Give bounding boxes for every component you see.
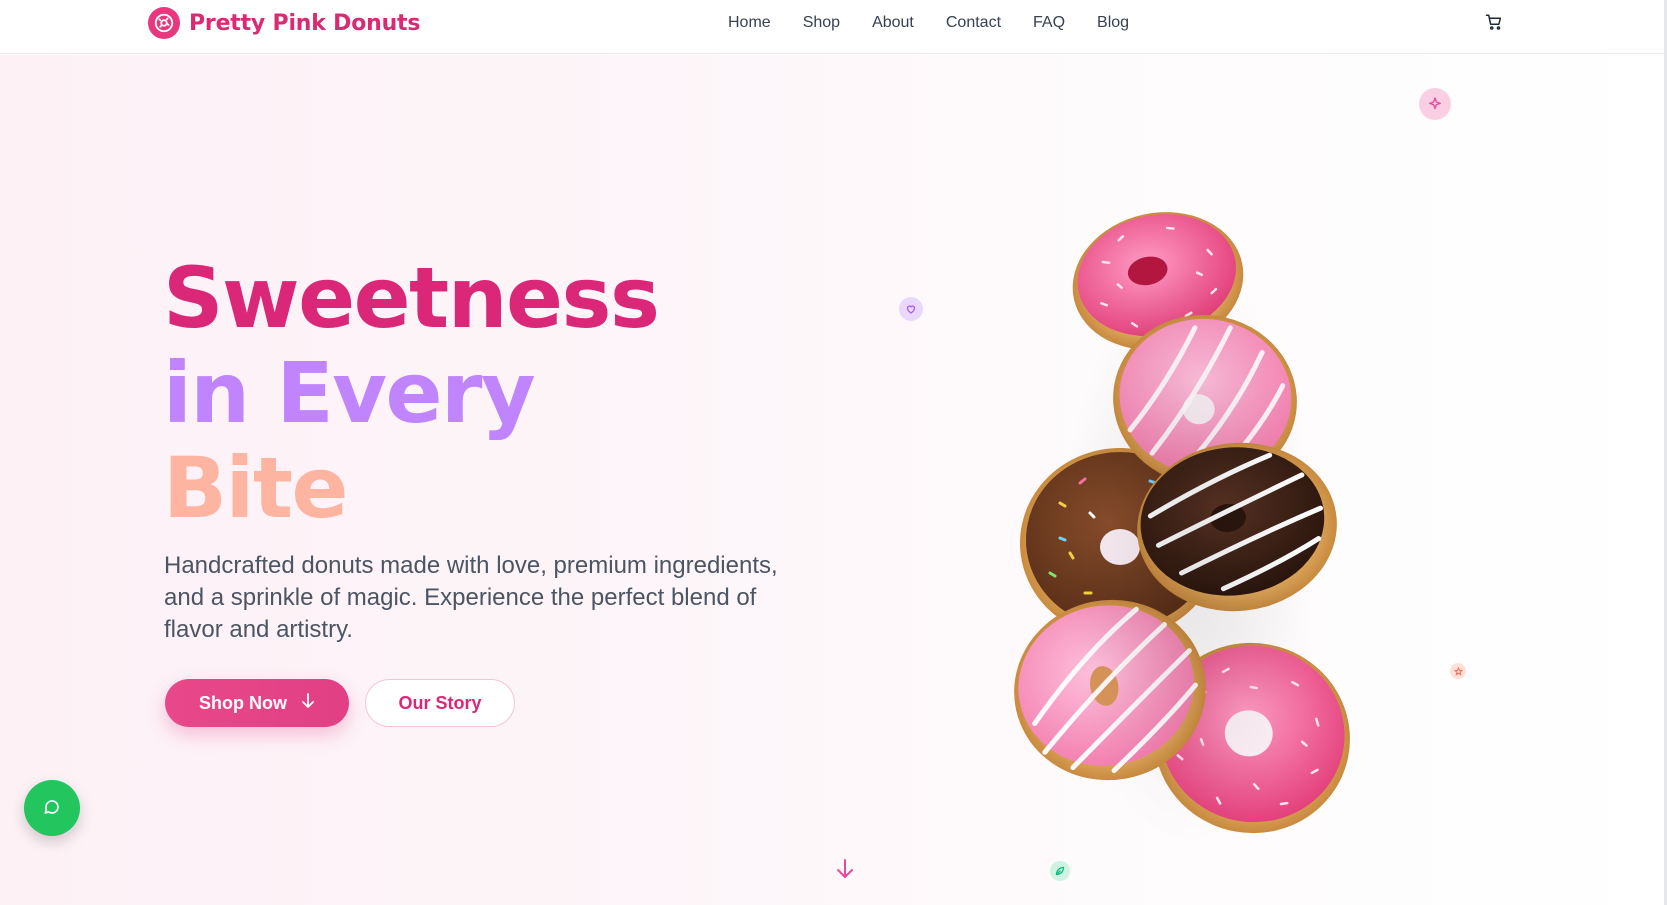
our-story-button[interactable]: Our Story (365, 679, 515, 727)
headline-line-1: Sweetness (163, 249, 660, 347)
chat-bubble-icon (43, 798, 61, 819)
shop-now-button[interactable]: Shop Now (165, 679, 349, 727)
arrow-down-icon (301, 692, 315, 714)
shop-now-label: Shop Now (199, 692, 287, 713)
donut-icon (148, 7, 180, 39)
hero-subtitle: Handcrafted donuts made with love, premi… (164, 552, 778, 643)
sparkle-icon (1419, 88, 1451, 120)
nav-shop[interactable]: Shop (787, 13, 856, 33)
main-nav: Home Shop About Contact FAQ Blog (712, 13, 1145, 33)
cart-icon[interactable] (1485, 13, 1507, 35)
top-navbar: Pretty Pink Donuts Home Shop About Conta… (0, 0, 1667, 54)
brand-name: Pretty Pink Donuts (189, 10, 421, 36)
heart-icon (899, 297, 923, 321)
nav-faq[interactable]: FAQ (1017, 13, 1081, 33)
nav-blog[interactable]: Blog (1081, 13, 1145, 33)
headline-line-3: Bite (163, 439, 348, 537)
hero-section: Sweetness in Every Bite Handcrafted donu… (0, 55, 1667, 905)
nav-contact[interactable]: Contact (930, 13, 1017, 33)
headline-line-2: in Every (163, 344, 536, 442)
nav-home[interactable]: Home (712, 13, 787, 33)
star-icon (1450, 663, 1466, 679)
donut-stack-image (1000, 145, 1360, 885)
chat-button[interactable] (24, 780, 80, 836)
scroll-down-arrow[interactable] (835, 858, 855, 880)
brand-logo-link[interactable]: Pretty Pink Donuts (148, 7, 420, 39)
nav-about[interactable]: About (856, 13, 930, 33)
